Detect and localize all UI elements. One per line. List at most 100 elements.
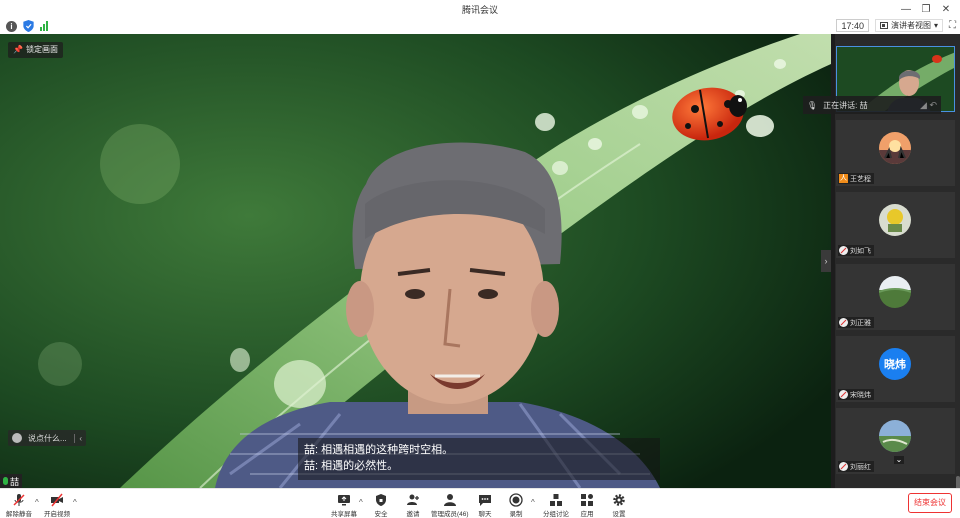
status-bar: i 17:40 演讲者视图 ▾ ⛶ (0, 18, 960, 34)
lock-view-label: 锁定画面 (25, 45, 58, 54)
share-screen-button[interactable]: 共享屏幕 (331, 493, 357, 518)
window-controls: — ❐ ✕ (896, 1, 956, 17)
record-label: 录制 (509, 511, 523, 518)
breakout-label: 分组讨论 (543, 511, 569, 518)
participant-name: 刘正雅 (850, 319, 871, 327)
chevron-up-icon[interactable]: ^ (531, 498, 535, 507)
record-button[interactable]: 录制 (509, 493, 523, 518)
subtitle-line: 喆: 相遇的必然性。 (304, 460, 399, 472)
participant-name-tag: 宋晓炜 (838, 389, 874, 400)
avatar (879, 204, 911, 236)
chat-placeholder: 说点什么... (28, 433, 67, 443)
chat-input-pill[interactable]: 说点什么... ‹ (8, 430, 86, 446)
participant-name: 刘如飞 (850, 247, 871, 255)
participant-name-tag: 刘丽红 (838, 461, 874, 472)
chevron-down-icon[interactable]: ⌄ (894, 456, 904, 464)
apps-grid-icon (581, 494, 593, 506)
participant-name-tag: 刘如飞 (838, 245, 874, 256)
chevron-up-icon[interactable]: ^ (73, 498, 77, 507)
participant-name: 王艺程 (850, 175, 871, 183)
breakout-rooms-button[interactable]: 分组讨论 (543, 493, 569, 518)
shield-icon[interactable] (23, 20, 34, 32)
mic-active-icon (3, 477, 8, 485)
collapse-gallery-button[interactable]: › (821, 250, 831, 272)
chevron-left-icon[interactable]: ‹ (74, 433, 82, 443)
manage-members-label: 管理成员(46) (431, 511, 469, 518)
lock-view-tag[interactable]: 📌 锁定画面 (8, 42, 63, 58)
chat-label: 聊天 (478, 511, 492, 518)
speaking-controls-icon[interactable]: ◢ ↶ (920, 100, 937, 111)
participant-tile[interactable]: ⌄ 刘丽红 (836, 408, 955, 474)
title-bar: 腾讯会议 — ❐ ✕ (0, 0, 960, 18)
mic-icon: 🎙 (807, 100, 818, 110)
security-button[interactable]: 安全 (374, 493, 388, 518)
muted-mic-icon (839, 462, 848, 471)
muted-mic-icon (839, 390, 848, 399)
participant-tile[interactable]: 刘正雅 (836, 264, 955, 330)
main-video[interactable]: 📌 锁定画面 说点什么... ‹ 喆: 相遇相遇的这种跨时空相。 喆: 相遇的必… (0, 34, 831, 488)
speaker-name-badge: 喆 (0, 474, 23, 488)
info-icon[interactable]: i (6, 20, 17, 32)
now-speaking-label: 正在讲话: 喆 (823, 100, 868, 110)
now-speaking-bar: 🎙 正在讲话: 喆 ◢ ↶ (803, 96, 941, 114)
emoji-icon[interactable] (12, 433, 22, 443)
security-shield-icon (376, 494, 386, 506)
participant-name: 宋晓炜 (850, 391, 871, 399)
chat-button[interactable]: 聊天 (478, 493, 492, 518)
participant-name-tag: 人 王艺程 (838, 173, 874, 184)
meeting-toolbar: 解除静音 ^ 开启视频 ^ 共享屏幕 ^ 安全 邀请 管理成员(46) 聊天 录… (0, 488, 960, 518)
camera-off-icon (51, 493, 63, 507)
apps-label: 应用 (580, 511, 594, 518)
unmute-label: 解除静音 (6, 511, 32, 518)
manage-members-button[interactable]: 管理成员(46) (431, 493, 469, 518)
invite-label: 邀请 (406, 511, 420, 518)
avatar (879, 132, 911, 164)
muted-mic-icon (839, 318, 848, 327)
avatar (879, 276, 911, 308)
share-screen-label: 共享屏幕 (331, 511, 357, 518)
fullscreen-icon[interactable]: ⛶ (949, 20, 956, 31)
participant-tile[interactable]: 人 王艺程 (836, 120, 955, 186)
participant-tile[interactable]: 晓炜 宋晓炜 (836, 336, 955, 402)
muted-mic-icon (839, 246, 848, 255)
invite-button[interactable]: 邀请 (406, 493, 420, 518)
view-mode-label: 演讲者视图 (890, 21, 931, 30)
share-screen-icon (338, 495, 350, 506)
unmute-button[interactable]: 解除静音 (6, 493, 32, 518)
start-video-label: 开启视频 (44, 511, 70, 518)
breakout-icon (550, 494, 562, 506)
close-icon[interactable]: ✕ (936, 1, 956, 17)
mic-muted-icon (13, 494, 25, 506)
host-icon: 人 (839, 174, 848, 183)
chevron-up-icon[interactable]: ^ (359, 498, 363, 507)
chat-bubble-icon (479, 495, 491, 506)
minimize-icon[interactable]: — (896, 1, 916, 17)
apps-button[interactable]: 应用 (580, 493, 594, 518)
members-icon (443, 494, 456, 506)
chevron-up-icon[interactable]: ^ (35, 498, 39, 507)
avatar: 晓炜 (879, 348, 911, 380)
invite-icon (407, 494, 419, 505)
window-title: 腾讯会议 (461, 5, 498, 15)
restore-icon[interactable]: ❐ (916, 1, 936, 17)
speaker-name: 喆 (10, 476, 20, 487)
settings-label: 设置 (612, 511, 626, 518)
start-video-button[interactable]: 开启视频 (44, 493, 70, 518)
gear-icon (613, 494, 625, 506)
layout-icon (879, 22, 888, 29)
view-mode-button[interactable]: 演讲者视图 ▾ (874, 19, 943, 32)
end-meeting-button[interactable]: 结束会议 (908, 493, 952, 513)
avatar (879, 420, 911, 452)
chevron-down-icon: ▾ (933, 21, 938, 30)
meeting-timer: 17:40 (836, 19, 869, 32)
record-icon (509, 493, 523, 507)
live-subtitle: 喆: 相遇相遇的这种跨时空相。 喆: 相遇的必然性。 (298, 438, 660, 480)
pin-icon: 📌 (13, 45, 23, 54)
settings-button[interactable]: 设置 (612, 493, 626, 518)
speaker-video-frame (0, 34, 831, 488)
security-label: 安全 (374, 511, 388, 518)
participant-tile[interactable]: 刘如飞 (836, 192, 955, 258)
participant-name: 刘丽红 (850, 463, 871, 471)
participant-name-tag: 刘正雅 (838, 317, 874, 328)
signal-icon[interactable] (40, 21, 48, 31)
